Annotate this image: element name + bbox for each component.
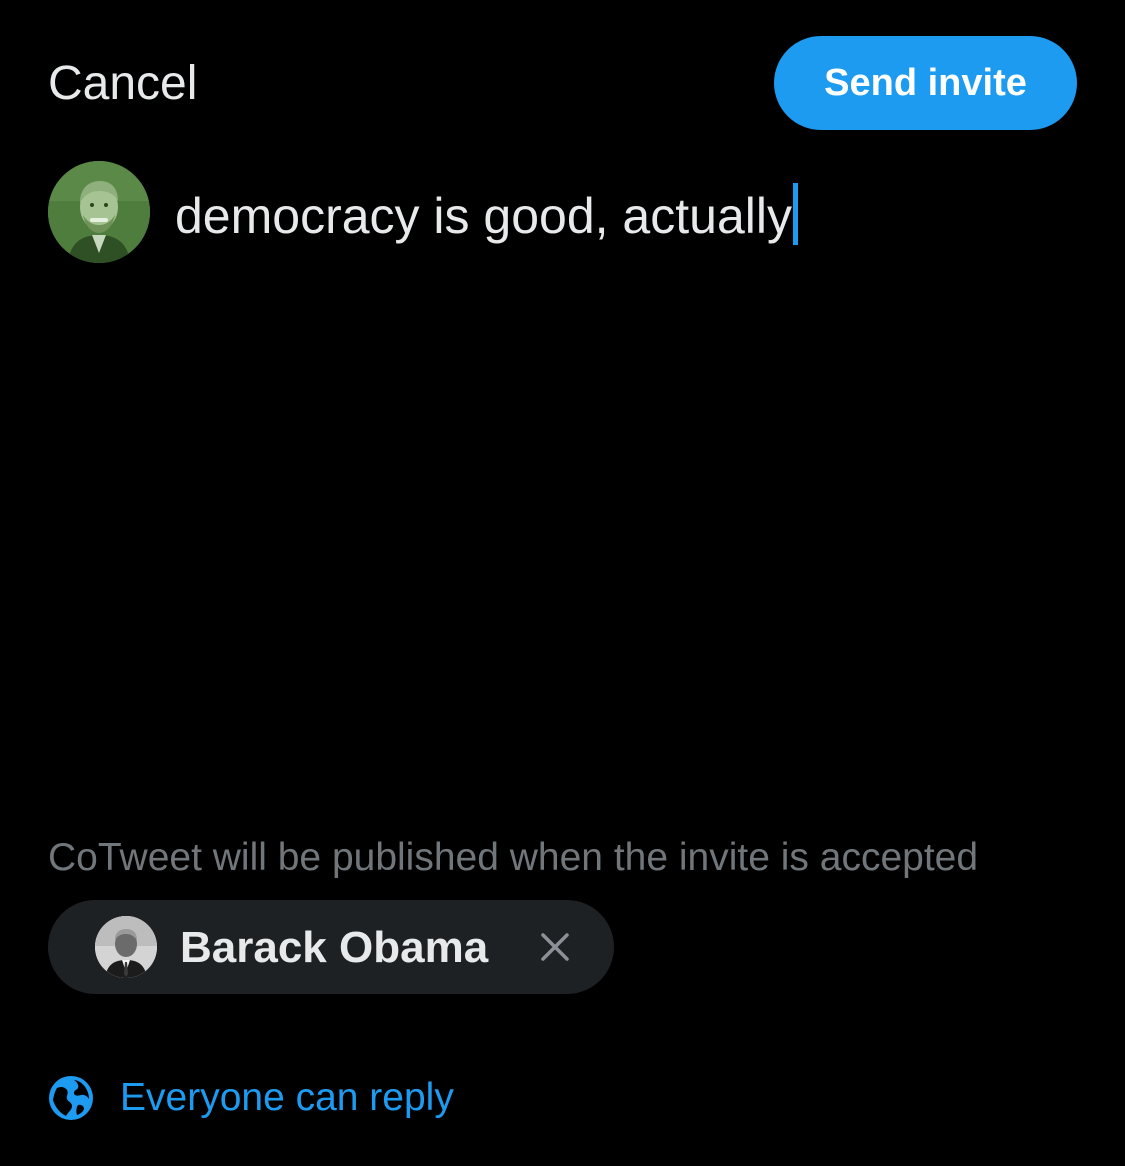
cancel-button[interactable]: Cancel <box>48 54 197 114</box>
invitee-name: Barack Obama <box>180 923 489 972</box>
publish-notice: CoTweet will be published when the invit… <box>48 836 979 879</box>
invitee-chip[interactable]: Barack Obama <box>48 900 614 994</box>
globe-icon <box>49 1076 93 1120</box>
reply-settings-label: Everyone can reply <box>120 1076 454 1119</box>
invitee-photo <box>95 916 157 978</box>
close-icon[interactable] <box>536 928 574 966</box>
text-cursor <box>792 183 798 245</box>
tweet-text: democracy is good, actually <box>175 188 792 244</box>
avatar <box>48 161 150 263</box>
reply-settings-button[interactable]: Everyone can reply <box>48 1074 454 1122</box>
invitee-avatar <box>95 916 157 978</box>
profile-photo <box>48 161 150 263</box>
send-invite-button[interactable]: Send invite <box>774 36 1077 130</box>
tweet-text-input[interactable]: democracy is good, actually <box>175 183 798 248</box>
